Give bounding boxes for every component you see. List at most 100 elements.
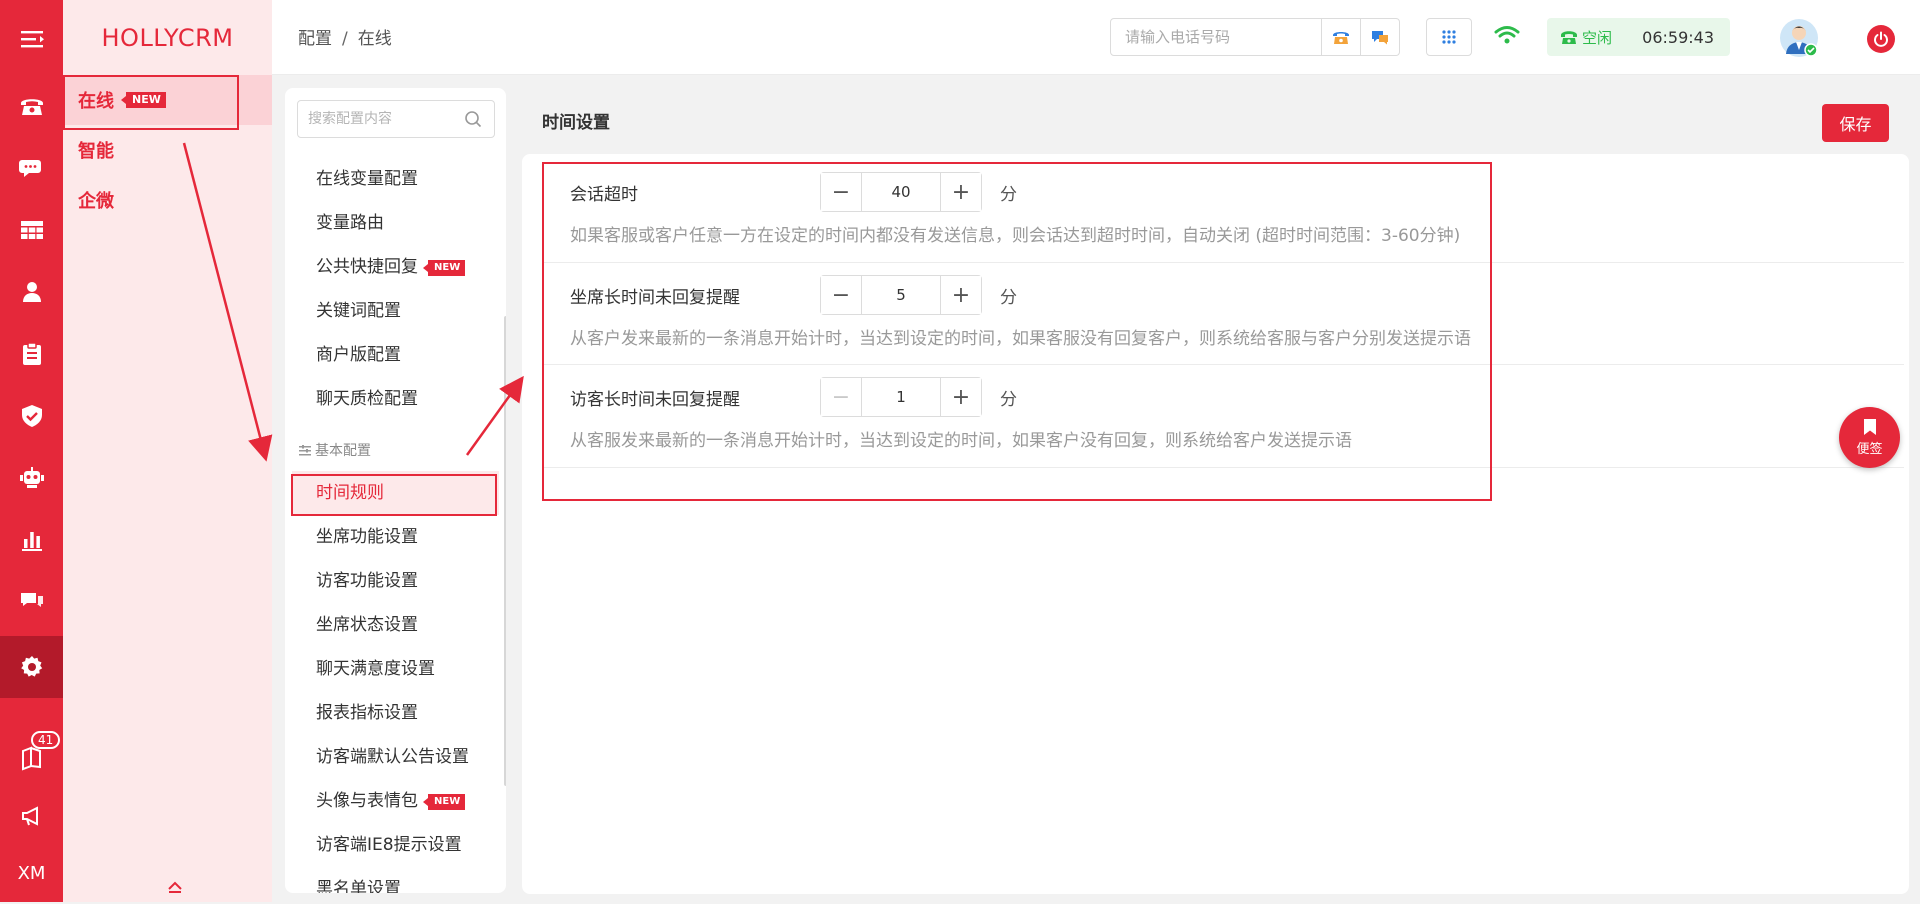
config-item-label: 坐席状态设置 xyxy=(316,615,418,635)
nav-item-smart[interactable]: 智能 xyxy=(63,125,272,175)
setting-label: 会话超时 xyxy=(570,185,638,205)
session-timeout-stepper: − 40 + xyxy=(820,172,982,212)
search-icon[interactable] xyxy=(464,110,482,128)
logout-button[interactable] xyxy=(1867,25,1895,53)
stepper-value[interactable]: 5 xyxy=(861,276,941,314)
config-item[interactable]: 商户版配置 xyxy=(285,333,506,377)
setting-label: 坐席长时间未回复提醒 xyxy=(570,288,740,308)
decrement-button[interactable]: − xyxy=(821,378,861,416)
nav-item-label: 企微 xyxy=(78,191,114,212)
wifi-icon xyxy=(1494,26,1520,44)
user-icon[interactable] xyxy=(0,261,63,323)
nav-item-wecom[interactable]: 企微 xyxy=(63,175,272,225)
menu-icon[interactable] xyxy=(0,8,63,70)
message-icon[interactable] xyxy=(0,571,63,633)
config-item[interactable]: 访客功能设置 xyxy=(285,559,506,603)
avatar[interactable] xyxy=(1779,18,1819,58)
setting-row-session-timeout: 会话超时 − 40 + 分 如果客服或客户任意一方在设定的时间内都没有发送信息，… xyxy=(544,154,1904,263)
status-timer: 06:59:43 xyxy=(1642,27,1714,47)
config-item[interactable]: 坐席功能设置 xyxy=(285,515,506,559)
secondary-nav: HOLLYCRM 在线 NEW 智能 企微 xyxy=(63,0,272,902)
config-item-label: 报表指标设置 xyxy=(316,703,418,723)
increment-button[interactable]: + xyxy=(941,276,981,314)
time-settings-card: 会话超时 − 40 + 分 如果客服或客户任意一方在设定的时间内都没有发送信息，… xyxy=(522,154,1909,894)
new-badge: NEW xyxy=(422,260,466,276)
nav-item-online[interactable]: 在线 NEW xyxy=(63,75,272,125)
phone-status-icon xyxy=(1561,31,1577,44)
config-item[interactable]: 访客端默认公告设置 xyxy=(285,735,506,779)
setting-description: 如果客服或客户任意一方在设定的时间内都没有发送信息，则会话达到超时时间，自动关闭… xyxy=(570,226,1461,246)
config-item[interactable]: 坐席状态设置 xyxy=(285,603,506,647)
config-group-label: 基本配置 xyxy=(315,443,371,459)
phone-icon[interactable] xyxy=(0,75,63,137)
config-list: 在线变量配置 变量路由 公共快捷回复 NEW 关键词配置 商户版配置 聊天质检配置… xyxy=(285,157,506,893)
stepper-value[interactable]: 1 xyxy=(861,378,941,416)
config-item-label: 公共快捷回复 xyxy=(316,257,418,277)
user-initials[interactable]: XM xyxy=(0,842,63,904)
breadcrumb-item: 在线 xyxy=(357,29,392,49)
config-item[interactable]: 黑名单设置 xyxy=(285,867,506,893)
shield-icon[interactable] xyxy=(0,385,63,447)
new-badge: NEW xyxy=(422,794,466,810)
sticky-note-label: 便签 xyxy=(1856,442,1883,457)
config-search-input[interactable] xyxy=(298,110,464,128)
bar-chart-icon[interactable] xyxy=(0,509,63,571)
config-item[interactable]: 访客端IE8提示设置 xyxy=(285,823,506,867)
dial-button[interactable] xyxy=(1321,19,1360,55)
config-item-label: 坐席功能设置 xyxy=(316,527,418,547)
collapse-icon[interactable] xyxy=(167,880,183,894)
setting-description: 从客户发来最新的一条消息开始计时，当达到设定的时间，如果客服没有回复客户，则系统… xyxy=(570,329,1471,349)
config-scrollbar[interactable] xyxy=(504,316,506,786)
sticky-note-button[interactable]: 便签 xyxy=(1839,407,1900,468)
setting-row-agent-reminder: 坐席长时间未回复提醒 − 5 + 分 从客户发来最新的一条消息开始计时，当达到设… xyxy=(544,263,1904,365)
config-item[interactable]: 公共快捷回复 NEW xyxy=(285,245,506,289)
config-item[interactable]: 聊天质检配置 xyxy=(285,377,506,421)
power-icon xyxy=(1874,31,1888,47)
nav-item-label: 在线 xyxy=(78,91,114,112)
nav-item-label: 智能 xyxy=(78,141,114,162)
book-icon[interactable]: 41 xyxy=(0,726,63,788)
chat-icon[interactable] xyxy=(0,137,63,199)
robot-icon[interactable] xyxy=(0,447,63,509)
sms-icon xyxy=(1372,31,1388,45)
top-header: 配置 / 在线 空闲 06:59:43 xyxy=(272,0,1920,75)
config-item[interactable]: 聊天满意度设置 xyxy=(285,647,506,691)
increment-button[interactable]: + xyxy=(941,378,981,416)
config-item[interactable]: 变量路由 xyxy=(285,201,506,245)
table-icon[interactable] xyxy=(0,199,63,261)
phone-number-input[interactable] xyxy=(1111,19,1321,55)
breadcrumb: 配置 / 在线 xyxy=(298,24,392,49)
config-item[interactable]: 报表指标设置 xyxy=(285,691,506,735)
config-item-time-rules[interactable]: 时间规则 xyxy=(292,471,499,515)
setting-row-visitor-reminder: 访客长时间未回复提醒 − 1 + 分 从客服发来最新的一条消息开始计时，当达到设… xyxy=(544,365,1904,468)
visitor-reminder-stepper: − 1 + xyxy=(820,377,982,417)
agent-status[interactable]: 空闲 06:59:43 xyxy=(1547,18,1730,56)
breadcrumb-item[interactable]: 配置 xyxy=(298,29,332,49)
filter-icon xyxy=(299,445,311,456)
unit-label: 分 xyxy=(1000,390,1017,410)
notification-badge: 41 xyxy=(31,731,61,749)
config-item[interactable]: 在线变量配置 xyxy=(285,157,506,201)
dial-box xyxy=(1110,18,1400,56)
config-item-label: 访客端IE8提示设置 xyxy=(316,835,462,855)
breadcrumb-separator: / xyxy=(342,29,348,49)
agent-reminder-stepper: − 5 + xyxy=(820,275,982,315)
grid-icon xyxy=(1442,30,1456,44)
config-item[interactable]: 头像与表情包 NEW xyxy=(285,779,506,823)
config-item-label: 聊天质检配置 xyxy=(316,389,418,409)
clipboard-icon[interactable] xyxy=(0,323,63,385)
settings-icon[interactable] xyxy=(0,636,63,698)
setting-description: 从客服发来最新的一条消息开始计时，当达到设定的时间，如果客户没有回复，则系统给客… xyxy=(570,431,1352,451)
sms-button[interactable] xyxy=(1360,19,1399,55)
section-title: 时间设置 xyxy=(542,113,610,133)
megaphone-icon[interactable] xyxy=(0,785,63,847)
decrement-button[interactable]: − xyxy=(821,276,861,314)
icon-rail: 41 XM xyxy=(0,0,63,902)
increment-button[interactable]: + xyxy=(941,173,981,211)
config-item-label: 聊天满意度设置 xyxy=(316,659,435,679)
save-button[interactable]: 保存 xyxy=(1822,104,1889,142)
apps-grid-button[interactable] xyxy=(1426,18,1472,56)
stepper-value[interactable]: 40 xyxy=(861,173,941,211)
decrement-button[interactable]: − xyxy=(821,173,861,211)
config-item[interactable]: 关键词配置 xyxy=(285,289,506,333)
